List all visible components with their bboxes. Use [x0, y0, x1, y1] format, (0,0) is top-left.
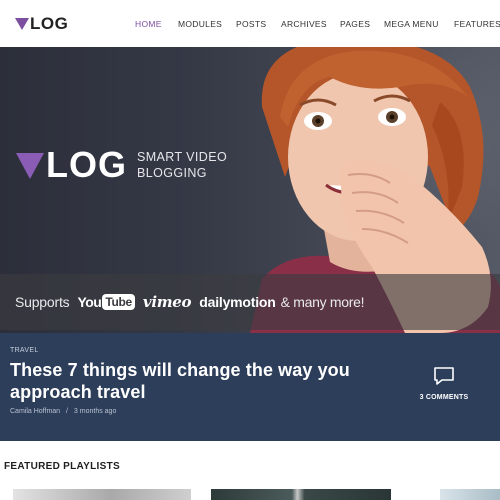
youtube-logo: You Tube — [77, 294, 135, 310]
supports-bar: Supports You Tube vimeo dailymotion & ma… — [0, 274, 500, 330]
youtube-logo-you: You — [77, 294, 102, 310]
meta-separator: / — [66, 408, 68, 415]
hero-tagline: SMART VIDEO BLOGGING — [137, 149, 227, 181]
post-title[interactable]: These 7 things will change the way you a… — [10, 359, 370, 403]
main-nav: HOME MODULES POSTS ARCHIVES PAGES MEGA M… — [0, 18, 500, 30]
nav-modules[interactable]: MODULES — [178, 18, 222, 30]
comment-bubble-icon — [434, 367, 454, 385]
featured-post: TRAVEL These 7 things will change the wa… — [0, 333, 500, 441]
youtube-logo-tube: Tube — [102, 294, 135, 310]
nav-posts[interactable]: POSTS — [236, 18, 266, 30]
supports-row: Supports You Tube vimeo dailymotion & ma… — [15, 292, 364, 312]
post-time: 3 months ago — [73, 408, 117, 415]
hero-banner: LOG SMART VIDEO BLOGGING Supports You Tu… — [0, 47, 500, 333]
comments-link[interactable]: 3 COMMENTS — [410, 366, 478, 401]
nav-pages[interactable]: PAGES — [340, 18, 370, 30]
nav-features[interactable]: FEATURES — [454, 18, 500, 30]
nav-archives[interactable]: ARCHIVES — [281, 18, 327, 30]
playlist-thumbnail[interactable] — [13, 489, 191, 500]
nav-mega-menu[interactable]: MEGA MENU — [384, 18, 439, 30]
supports-label: Supports — [15, 294, 70, 310]
comments-count: 3 COMMENTS — [419, 394, 469, 401]
playlist-thumbnail[interactable] — [440, 489, 500, 500]
featured-playlists-heading: FEATURED PLAYLISTS — [4, 461, 120, 472]
post-category[interactable]: TRAVEL — [10, 347, 39, 354]
post-author[interactable]: Camila Hoffman — [10, 408, 60, 415]
playlist-thumbnail[interactable] — [211, 489, 391, 500]
post-meta: Camila Hoffman / 3 months ago — [10, 408, 116, 415]
dailymotion-logo: dailymotion — [199, 294, 276, 310]
many-more-text: & many more! — [280, 294, 365, 310]
hero-brand: LOG SMART VIDEO BLOGGING — [16, 147, 227, 183]
site-header: LOG HOME MODULES POSTS ARCHIVES PAGES ME… — [0, 0, 500, 47]
tagline-line-1: SMART VIDEO — [137, 150, 228, 164]
brand-triangle-icon — [16, 153, 44, 179]
vimeo-logo: vimeo — [142, 293, 192, 311]
nav-home[interactable]: HOME — [135, 18, 162, 30]
hero-brand-text: LOG — [46, 144, 127, 185]
tagline-line-2: BLOGGING — [137, 166, 207, 180]
